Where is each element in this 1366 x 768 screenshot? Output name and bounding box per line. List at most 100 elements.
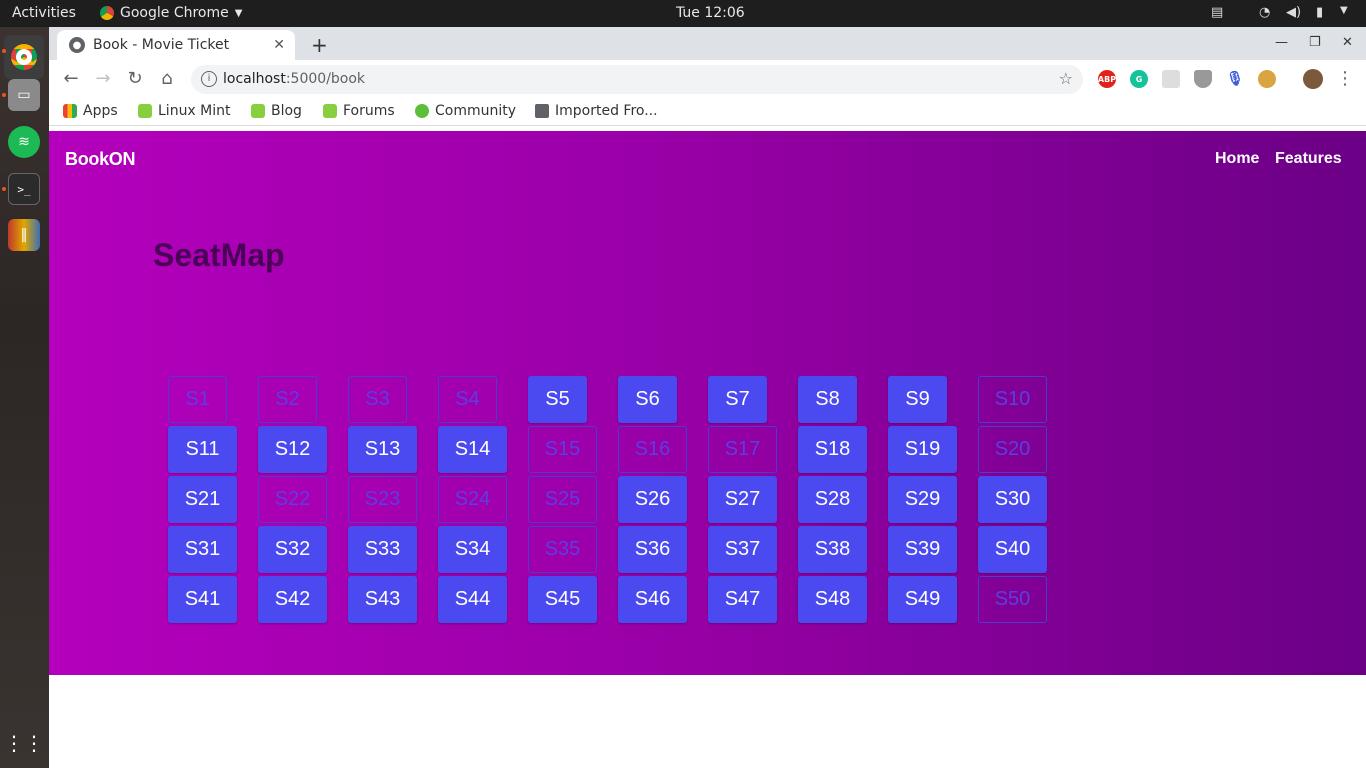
- show-applications-icon[interactable]: ⋮⋮: [4, 727, 44, 759]
- shield-icon[interactable]: [1194, 70, 1212, 88]
- seat-button[interactable]: S50: [978, 576, 1047, 623]
- close-tab-icon[interactable]: ✕: [273, 37, 285, 53]
- chrome-dock-icon[interactable]: [4, 35, 44, 79]
- apps-grid-icon: [63, 104, 77, 118]
- seat-button[interactable]: S43: [348, 576, 417, 623]
- seat-button[interactable]: S7: [708, 376, 767, 423]
- seat-button[interactable]: S12: [258, 426, 327, 473]
- seat-button[interactable]: S3: [348, 376, 407, 423]
- extension-icon[interactable]: [1162, 70, 1180, 88]
- seat-button[interactable]: S39: [888, 526, 957, 573]
- bookmark-apps[interactable]: Apps: [63, 103, 118, 119]
- system-menu-chevron-icon[interactable]: ▼: [1340, 5, 1348, 16]
- seat-button[interactable]: S24: [438, 476, 507, 523]
- tab-book[interactable]: ● Book - Movie Ticket ✕: [57, 30, 295, 60]
- seat-button[interactable]: S4: [438, 376, 497, 423]
- bookmark-label: Community: [435, 103, 517, 119]
- new-tab-button[interactable]: +: [311, 33, 328, 57]
- volume-icon[interactable]: ◀): [1286, 5, 1301, 20]
- microphone-icon[interactable]: 🎙: [1226, 70, 1244, 88]
- seat-button[interactable]: S38: [798, 526, 867, 573]
- seat-button[interactable]: S48: [798, 576, 867, 623]
- battery-icon[interactable]: ▮: [1316, 5, 1323, 20]
- home-icon[interactable]: ⌂: [155, 68, 179, 89]
- seat-button[interactable]: S41: [168, 576, 237, 623]
- seat-button[interactable]: S19: [888, 426, 957, 473]
- reload-icon[interactable]: ↻: [123, 68, 147, 89]
- bookmark-linux-mint[interactable]: Linux Mint: [138, 103, 231, 119]
- seat-button[interactable]: S27: [708, 476, 777, 523]
- seat-button[interactable]: S13: [348, 426, 417, 473]
- app-menu[interactable]: Google Chrome ▼: [100, 5, 242, 21]
- close-window-icon[interactable]: ✕: [1342, 35, 1353, 50]
- seat-button[interactable]: S11: [168, 426, 237, 473]
- back-icon[interactable]: ←: [59, 68, 83, 89]
- seat-button[interactable]: S2: [258, 376, 317, 423]
- clock[interactable]: Tue 12:06: [676, 5, 745, 21]
- seat-button[interactable]: S45: [528, 576, 597, 623]
- seat-button[interactable]: S28: [798, 476, 867, 523]
- seat-button[interactable]: S8: [798, 376, 857, 423]
- folder-icon: [535, 104, 549, 118]
- restore-icon[interactable]: ❐: [1309, 35, 1321, 50]
- library-icon[interactable]: ‖: [8, 219, 40, 251]
- seat-button[interactable]: S16: [618, 426, 687, 473]
- seat-button[interactable]: S42: [258, 576, 327, 623]
- bookmark-star-icon[interactable]: ☆: [1059, 69, 1073, 88]
- seat-button[interactable]: S17: [708, 426, 777, 473]
- bookmark-community[interactable]: Community: [415, 103, 516, 119]
- nav-features-link[interactable]: Features: [1275, 150, 1342, 168]
- keyboard-icon[interactable]: ▤: [1211, 5, 1223, 20]
- url-text: localhost:5000/book: [223, 71, 366, 87]
- grammarly-icon[interactable]: G: [1130, 70, 1148, 88]
- seat-button[interactable]: S31: [168, 526, 237, 573]
- seat-button[interactable]: S20: [978, 426, 1047, 473]
- address-bar[interactable]: i localhost:5000/book ☆: [191, 65, 1083, 94]
- seat-button[interactable]: S37: [708, 526, 777, 573]
- avatar[interactable]: [1303, 69, 1323, 89]
- info-icon[interactable]: i: [201, 71, 217, 87]
- seat-button[interactable]: S22: [258, 476, 327, 523]
- seat-button[interactable]: S9: [888, 376, 947, 423]
- adblock-icon[interactable]: ABP: [1098, 70, 1116, 88]
- terminal-icon[interactable]: >_: [8, 173, 40, 205]
- wifi-icon[interactable]: ◔: [1259, 5, 1270, 20]
- seat-button[interactable]: S1: [168, 376, 227, 423]
- seat-button[interactable]: S29: [888, 476, 957, 523]
- seat-button[interactable]: S49: [888, 576, 957, 623]
- file-cabinet-icon[interactable]: ▭: [8, 79, 40, 111]
- activities-button[interactable]: Activities: [12, 5, 76, 21]
- bookmark-forums[interactable]: Forums: [323, 103, 395, 119]
- tab-strip: ● Book - Movie Ticket ✕ + — ❐ ✕: [49, 27, 1366, 60]
- seat-button[interactable]: S30: [978, 476, 1047, 523]
- seat-button[interactable]: S14: [438, 426, 507, 473]
- spotify-icon[interactable]: ≋: [8, 126, 40, 158]
- forward-icon[interactable]: →: [91, 68, 115, 89]
- seat-button[interactable]: S15: [528, 426, 597, 473]
- seat-button[interactable]: S5: [528, 376, 587, 423]
- seat-button[interactable]: S18: [798, 426, 867, 473]
- seat-button[interactable]: S44: [438, 576, 507, 623]
- seat-button[interactable]: S23: [348, 476, 417, 523]
- minimize-icon[interactable]: —: [1275, 35, 1288, 50]
- seat-button[interactable]: S26: [618, 476, 687, 523]
- cookie-icon[interactable]: [1258, 70, 1276, 88]
- seat-button[interactable]: S21: [168, 476, 237, 523]
- bookmark-blog[interactable]: Blog: [251, 103, 302, 119]
- brand-logo[interactable]: BookON: [65, 149, 136, 170]
- seat-button[interactable]: S46: [618, 576, 687, 623]
- bookmark-imported-folder[interactable]: Imported Fro...: [535, 103, 658, 119]
- seat-button[interactable]: S47: [708, 576, 777, 623]
- seat-button[interactable]: S32: [258, 526, 327, 573]
- seat-button[interactable]: S6: [618, 376, 677, 423]
- seat-button[interactable]: S34: [438, 526, 507, 573]
- more-menu-icon[interactable]: ⋮: [1333, 68, 1357, 89]
- nav-home-link[interactable]: Home: [1215, 150, 1259, 168]
- bookmark-label: Apps: [83, 103, 118, 119]
- seat-button[interactable]: S40: [978, 526, 1047, 573]
- seat-button[interactable]: S35: [528, 526, 597, 573]
- seat-button[interactable]: S33: [348, 526, 417, 573]
- seat-button[interactable]: S36: [618, 526, 687, 573]
- seat-button[interactable]: S25: [528, 476, 597, 523]
- seat-button[interactable]: S10: [978, 376, 1047, 423]
